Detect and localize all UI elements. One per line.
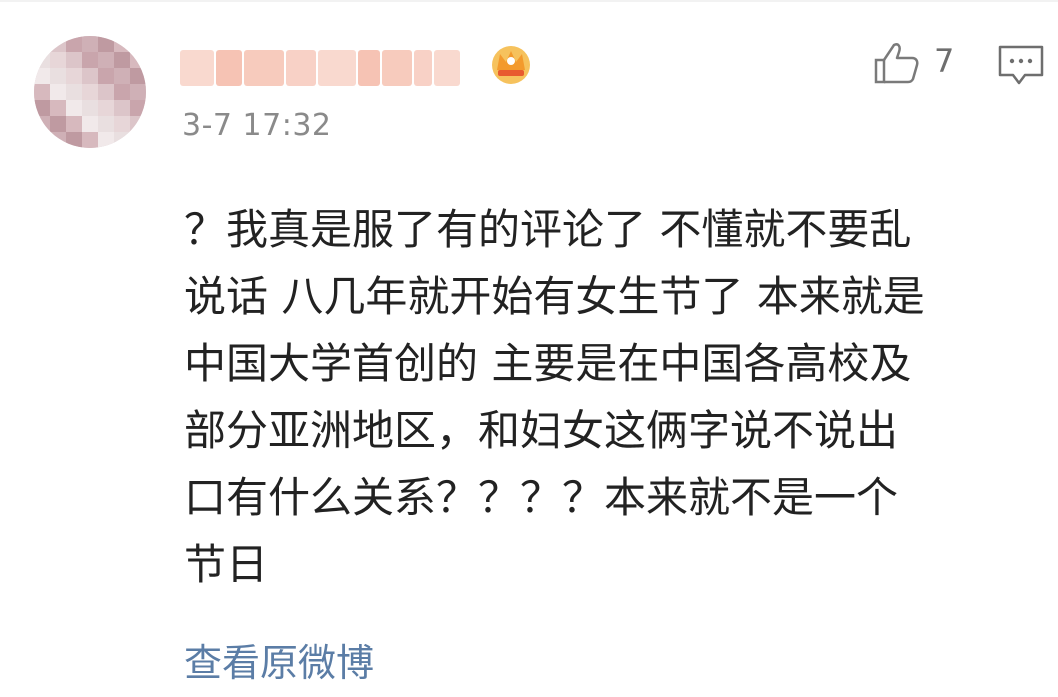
- username-blur-block: [434, 50, 460, 86]
- avatar-mosaic-block: [98, 68, 114, 84]
- avatar-mosaic-block: [82, 116, 98, 132]
- comment-line: 部分亚洲地区，和妇女这俩字说不说出: [184, 406, 899, 455]
- avatar-mosaic-block: [50, 36, 66, 52]
- avatar-mosaic-block: [98, 100, 114, 116]
- top-divider: [0, 0, 1058, 2]
- avatar-mosaic-block: [130, 132, 146, 148]
- thumbs-up-icon[interactable]: [872, 40, 920, 86]
- avatar-mosaic-block: [130, 36, 146, 52]
- avatar-mosaic-block: [114, 116, 130, 132]
- username-blur-block: [244, 50, 284, 86]
- avatar-mosaic-block: [82, 36, 98, 52]
- avatar-mosaic-block: [98, 52, 114, 68]
- avatar-mosaic-block: [34, 116, 50, 132]
- avatar-mosaic-block: [130, 84, 146, 100]
- comment-line: 节日: [184, 540, 269, 589]
- avatar-mosaic-block: [66, 36, 82, 52]
- avatar-mosaic-block: [66, 100, 82, 116]
- avatar-mosaic-block: [34, 36, 50, 52]
- comment-text: ？我真是服了有的评论了 不懂就不要乱 说话 八几年就开始有女生节了 本来就是 中…: [184, 196, 1044, 598]
- avatar-mosaic-block: [130, 68, 146, 84]
- avatar-mosaic-block: [50, 68, 66, 84]
- avatar-mosaic-block: [50, 84, 66, 100]
- username-blur-block: [180, 50, 214, 86]
- avatar-mosaic-block: [50, 132, 66, 148]
- avatar-mosaic-block: [34, 84, 50, 100]
- avatar-mosaic-block: [114, 100, 130, 116]
- avatar-mosaic-block: [66, 84, 82, 100]
- avatar-mosaic-block: [114, 52, 130, 68]
- avatar-mosaic-block: [130, 52, 146, 68]
- avatar-mosaic-block: [130, 100, 146, 116]
- avatar-mosaic-block: [34, 100, 50, 116]
- avatar-mosaic-block: [34, 132, 50, 148]
- username-blurred[interactable]: [180, 50, 482, 86]
- avatar-mosaic-block: [114, 68, 130, 84]
- avatar-mosaic-block: [50, 100, 66, 116]
- username-blur-block: [216, 50, 242, 86]
- avatar-mosaic-block: [82, 84, 98, 100]
- comment-line: 说话 八几年就开始有女生节了 本来就是: [184, 272, 925, 321]
- username-blur-block: [358, 50, 380, 86]
- crown-badge-icon: [492, 46, 530, 84]
- avatar-mosaic-block: [66, 52, 82, 68]
- comment-bubble-icon[interactable]: [997, 44, 1045, 86]
- avatar[interactable]: [34, 36, 146, 148]
- view-original-weibo-link[interactable]: 查看原微博: [184, 632, 374, 687]
- username-blur-block: [414, 50, 432, 86]
- avatar-mosaic-block: [50, 52, 66, 68]
- like-count: 7: [934, 42, 955, 80]
- avatar-mosaic-block: [114, 132, 130, 148]
- avatar-mosaic-block: [34, 52, 50, 68]
- username-blur-block: [286, 50, 316, 86]
- username-blur-block: [318, 50, 356, 86]
- avatar-mosaic-block: [82, 100, 98, 116]
- avatar-mosaic-block: [130, 116, 146, 132]
- avatar-mosaic-block: [82, 132, 98, 148]
- avatar-mosaic-block: [98, 84, 114, 100]
- avatar-mosaic-block: [82, 52, 98, 68]
- avatar-mosaic-block: [66, 68, 82, 84]
- avatar-mosaic-block: [34, 68, 50, 84]
- avatar-mosaic-block: [98, 132, 114, 148]
- avatar-mosaic-block: [50, 116, 66, 132]
- comment-line: 口有什么关系？？？？本来就不是一个: [184, 473, 899, 522]
- avatar-mosaic-block: [114, 84, 130, 100]
- avatar-mosaic-block: [98, 36, 114, 52]
- comment-line: ？我真是服了有的评论了 不懂就不要乱: [184, 205, 912, 254]
- avatar-mosaic-block: [66, 132, 82, 148]
- avatar-mosaic-block: [98, 116, 114, 132]
- timestamp: 3-7 17:32: [182, 108, 332, 143]
- username-blur-block: [382, 50, 412, 86]
- comment-card: 3-7 17:32 7 ？我真是服了有的评论了 不懂就不要乱 说话 八几年就开始…: [0, 0, 1058, 697]
- avatar-mosaic-block: [66, 116, 82, 132]
- avatar-mosaic-block: [114, 36, 130, 52]
- comment-line: 中国大学首创的 主要是在中国各高校及: [184, 339, 912, 388]
- avatar-mosaic-block: [82, 68, 98, 84]
